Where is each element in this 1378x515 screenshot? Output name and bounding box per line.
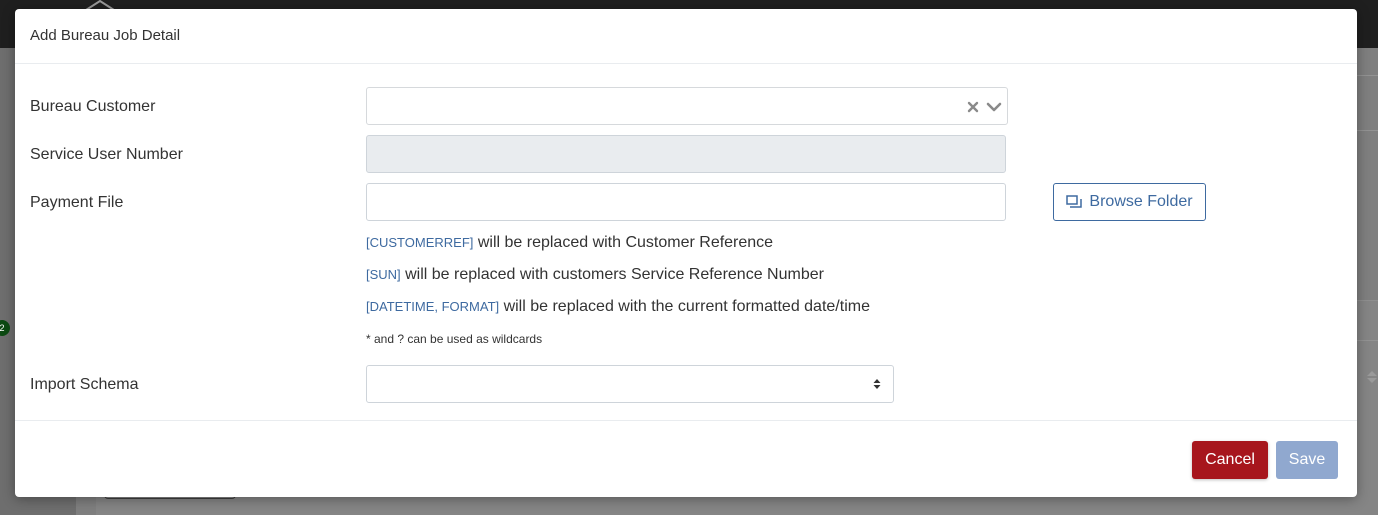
- hint-token: [SUN]: [366, 267, 401, 282]
- modal-footer: Cancel Save: [15, 420, 1357, 498]
- service-user-number-label: Service User Number: [30, 146, 183, 163]
- service-user-number-input: [366, 135, 1006, 173]
- hint-sun: [SUN] will be replaced with customers Se…: [366, 265, 824, 285]
- bureau-customer-select[interactable]: [366, 87, 1008, 125]
- payment-file-input[interactable]: [366, 183, 1006, 221]
- background-divider: [1357, 130, 1378, 131]
- cancel-button[interactable]: Cancel: [1192, 441, 1268, 479]
- hint-datetime: [DATETIME, FORMAT] will be replaced with…: [366, 297, 870, 317]
- background-divider: [1357, 75, 1378, 76]
- hint-text: will be replaced with customers Service …: [400, 266, 824, 283]
- sort-arrows-icon: [873, 379, 881, 389]
- modal-title: Add Bureau Job Detail: [30, 27, 181, 44]
- sort-arrows-icon: [1367, 371, 1377, 383]
- close-icon[interactable]: [967, 100, 979, 114]
- payment-file-label: Payment File: [30, 194, 124, 211]
- folders-icon: [1066, 195, 1083, 208]
- hint-token: [CUSTOMERREF]: [366, 235, 474, 250]
- import-schema-select[interactable]: [366, 365, 894, 403]
- wildcard-note: * and ? can be used as wildcards: [366, 332, 543, 346]
- hint-customerref: [CUSTOMERREF] will be replaced with Cust…: [366, 233, 773, 253]
- background-divider: [1357, 340, 1378, 341]
- chevron-down-icon[interactable]: [986, 100, 1002, 114]
- browse-folder-button[interactable]: Browse Folder: [1053, 183, 1206, 221]
- bureau-customer-label: Bureau Customer: [30, 98, 156, 115]
- hint-text: will be replaced with the current format…: [499, 298, 870, 315]
- modal-header: Add Bureau Job Detail: [15, 9, 1357, 64]
- save-button[interactable]: Save: [1276, 441, 1338, 479]
- add-bureau-job-detail-modal: Add Bureau Job Detail Bureau Customer Se…: [15, 9, 1357, 497]
- hint-token: [DATETIME, FORMAT]: [366, 299, 500, 314]
- hint-text: will be replaced with Customer Reference: [473, 234, 774, 251]
- browse-folder-label: Browse Folder: [1089, 193, 1193, 210]
- import-schema-label: Import Schema: [30, 376, 139, 393]
